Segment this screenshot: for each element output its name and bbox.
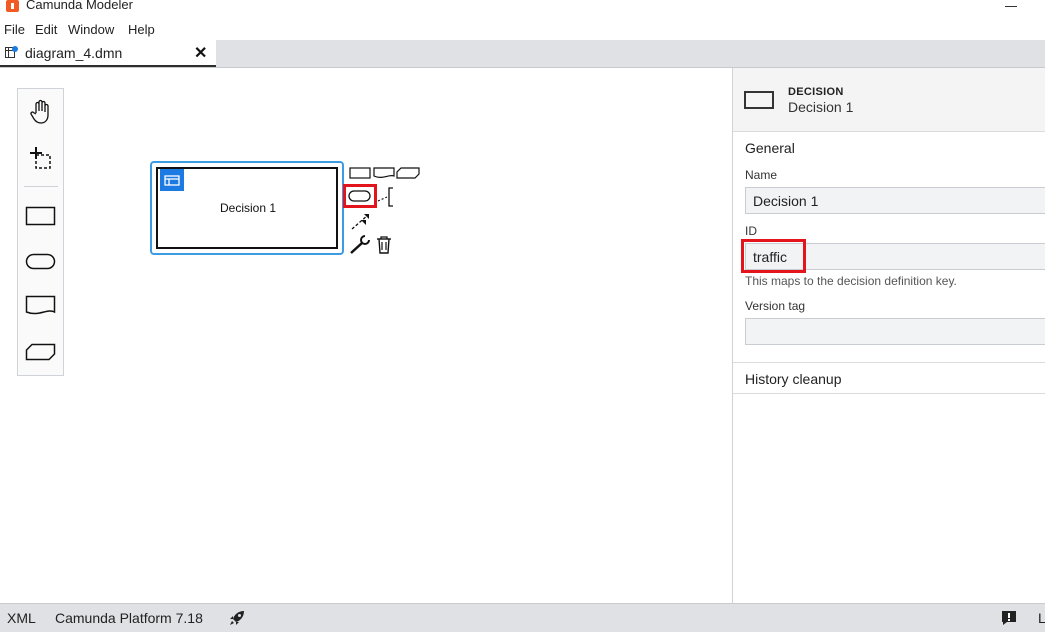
properties-panel: DECISION Decision 1 General Name Decisio… — [732, 68, 1045, 603]
properties-header: DECISION Decision 1 — [733, 68, 1045, 132]
decision-label: Decision 1 — [219, 201, 277, 215]
divider — [733, 393, 1045, 394]
create-input-data-icon[interactable] — [24, 245, 58, 279]
version-tag-label: Version tag — [745, 299, 806, 313]
lasso-tool-icon[interactable] — [24, 141, 58, 175]
camunda-logo-icon — [6, 0, 19, 12]
id-description: This maps to the decision definition key… — [745, 274, 957, 288]
status-bar: XML Camunda Platform 7.18 L — [0, 603, 1045, 632]
xml-toggle[interactable]: XML — [7, 610, 36, 626]
wrench-icon[interactable] — [349, 235, 371, 255]
append-bkm-icon — [396, 167, 420, 179]
title-bar: Camunda Modeler — [0, 0, 1045, 18]
append-knowledge-source-icon — [373, 167, 395, 179]
palette-separator — [24, 186, 58, 187]
connect-icon[interactable] — [350, 211, 372, 231]
input-data-highlight — [343, 184, 377, 208]
hand-tool-icon[interactable] — [24, 95, 58, 129]
platform-selector[interactable]: Camunda Platform 7.18 — [55, 610, 203, 626]
tab-diagram[interactable]: diagram_4.dmn ✕ — [0, 40, 216, 67]
element-name: Decision 1 — [788, 99, 854, 115]
decision-type-icon — [744, 91, 774, 109]
tab-bar: diagram_4.dmn ✕ — [0, 40, 1045, 68]
decision-table-icon[interactable] — [160, 169, 184, 191]
diagram-canvas[interactable] — [0, 68, 732, 603]
name-field[interactable]: Decision 1 — [745, 187, 1045, 214]
minimize-icon[interactable] — [1005, 6, 1017, 7]
element-type: DECISION — [788, 86, 844, 98]
text-annotation-icon[interactable] — [377, 187, 397, 207]
deploy-rocket-icon[interactable] — [228, 609, 246, 627]
status-cutoff-text: L — [1038, 610, 1045, 626]
create-knowledge-source-icon[interactable] — [24, 289, 58, 323]
menu-edit[interactable]: Edit — [35, 22, 57, 37]
group-history-cleanup-title[interactable]: History cleanup — [745, 371, 842, 387]
window-title: Camunda Modeler — [26, 0, 133, 12]
create-decision-icon[interactable] — [24, 199, 58, 233]
menu-bar: File Edit Window Help — [0, 20, 1045, 40]
name-label: Name — [745, 168, 778, 182]
context-append-shapes — [349, 167, 420, 179]
id-label: ID — [745, 224, 757, 238]
divider — [733, 362, 1045, 363]
create-business-knowledge-model-icon[interactable] — [24, 335, 58, 369]
close-icon[interactable]: ✕ — [194, 43, 207, 63]
dmn-file-icon — [5, 46, 18, 58]
version-tag-field[interactable] — [745, 318, 1045, 345]
trash-icon[interactable] — [375, 235, 393, 255]
menu-file[interactable]: File — [4, 22, 25, 37]
menu-window[interactable]: Window — [68, 22, 114, 37]
id-field-highlight — [741, 239, 806, 273]
tab-label: diagram_4.dmn — [25, 45, 123, 61]
tool-palette — [17, 88, 64, 376]
group-general-title[interactable]: General — [745, 140, 795, 156]
append-decision-icon — [349, 167, 371, 179]
feedback-icon[interactable] — [1001, 610, 1017, 626]
menu-help[interactable]: Help — [128, 22, 155, 37]
